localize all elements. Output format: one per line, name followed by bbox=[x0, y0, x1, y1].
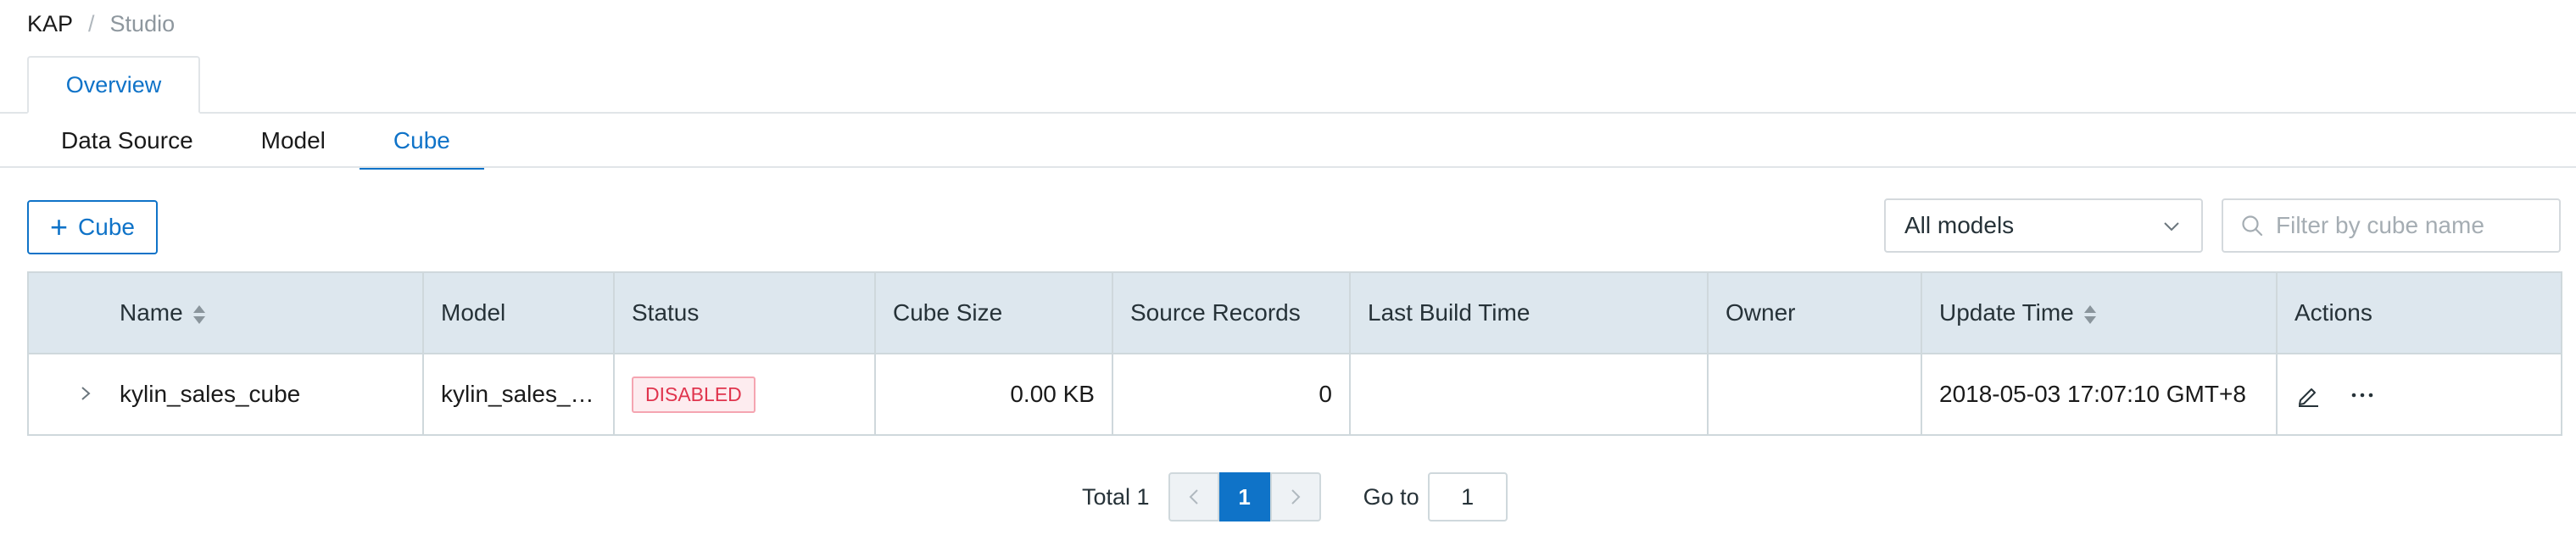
goto-label: Go to bbox=[1363, 483, 1419, 510]
cell-owner bbox=[1708, 354, 1922, 435]
search-input[interactable] bbox=[2276, 212, 2547, 239]
add-cube-label: Cube bbox=[78, 214, 135, 240]
subtab-divider bbox=[0, 166, 2576, 168]
model-filter-select[interactable]: All models bbox=[1884, 198, 2203, 253]
subtab-data-source[interactable]: Data Source bbox=[27, 114, 227, 168]
breadcrumb: KAP / Studio bbox=[27, 8, 175, 39]
table-header-row: Name Model Status Cube Size Source Recor… bbox=[28, 272, 2562, 354]
pencil-icon[interactable] bbox=[2294, 382, 2322, 409]
cell-status: DISABLED bbox=[614, 354, 876, 435]
column-header-update-time[interactable]: Update Time bbox=[1921, 272, 2278, 354]
column-header-actions: Actions bbox=[2277, 272, 2562, 354]
expand-header bbox=[28, 272, 103, 354]
cell-update-time: 2018-05-03 17:07:10 GMT+8 bbox=[1921, 354, 2278, 435]
sort-icon[interactable] bbox=[2083, 304, 2096, 324]
pagination: Total 1 1 Go to bbox=[1082, 471, 1508, 522]
breadcrumb-root[interactable]: KAP bbox=[27, 11, 73, 37]
expand-cell bbox=[28, 354, 103, 435]
cell-source-records: 0 bbox=[1112, 354, 1351, 435]
more-icon[interactable] bbox=[2349, 382, 2376, 409]
column-header-status: Status bbox=[614, 272, 876, 354]
status-badge: DISABLED bbox=[632, 376, 756, 413]
cell-model: kylin_sales_model bbox=[423, 354, 615, 435]
cell-cube-size: 0.00 KB bbox=[875, 354, 1113, 435]
page-number-current[interactable]: 1 bbox=[1218, 472, 1270, 521]
goto-page-input[interactable] bbox=[1427, 472, 1508, 521]
search-box bbox=[2222, 198, 2561, 253]
plus-icon: + bbox=[50, 209, 69, 244]
sort-icon[interactable] bbox=[192, 304, 205, 324]
breadcrumb-current: Studio bbox=[109, 10, 176, 36]
chevron-left-icon[interactable] bbox=[1168, 472, 1219, 521]
model-filter-value: All models bbox=[1904, 212, 2015, 238]
cell-actions bbox=[2277, 354, 2562, 435]
column-header-source-records: Source Records bbox=[1112, 272, 1351, 354]
add-cube-button[interactable]: + Cube bbox=[27, 200, 158, 254]
table-row: kylin_sales_cube kylin_sales_model DISAB… bbox=[28, 354, 2562, 435]
column-header-update-time-label: Update Time bbox=[1939, 299, 2074, 326]
cell-last-build-time bbox=[1350, 354, 1709, 435]
cube-table: Name Model Status Cube Size Source Recor… bbox=[27, 271, 2562, 436]
column-header-name[interactable]: Name bbox=[103, 272, 424, 354]
subtab-model[interactable]: Model bbox=[227, 114, 360, 168]
pagination-total: Total 1 bbox=[1082, 483, 1150, 510]
column-header-cube-size: Cube Size bbox=[875, 272, 1113, 354]
subtab-cube[interactable]: Cube bbox=[359, 114, 484, 170]
column-header-model: Model bbox=[423, 272, 615, 354]
chevron-right-icon[interactable] bbox=[75, 383, 96, 404]
search-icon bbox=[2242, 215, 2263, 237]
tab-overview[interactable]: Overview bbox=[27, 56, 200, 114]
column-header-name-label: Name bbox=[120, 299, 183, 326]
cell-name: kylin_sales_cube bbox=[103, 354, 424, 435]
column-header-owner: Owner bbox=[1708, 272, 1922, 354]
subtab-bar: Data Source Model Cube bbox=[27, 114, 484, 170]
chevron-right-icon[interactable] bbox=[1269, 472, 1321, 521]
breadcrumb-separator: / bbox=[88, 10, 95, 36]
column-header-last-build-time: Last Build Time bbox=[1350, 272, 1709, 354]
chevron-down-icon bbox=[2164, 222, 2179, 231]
